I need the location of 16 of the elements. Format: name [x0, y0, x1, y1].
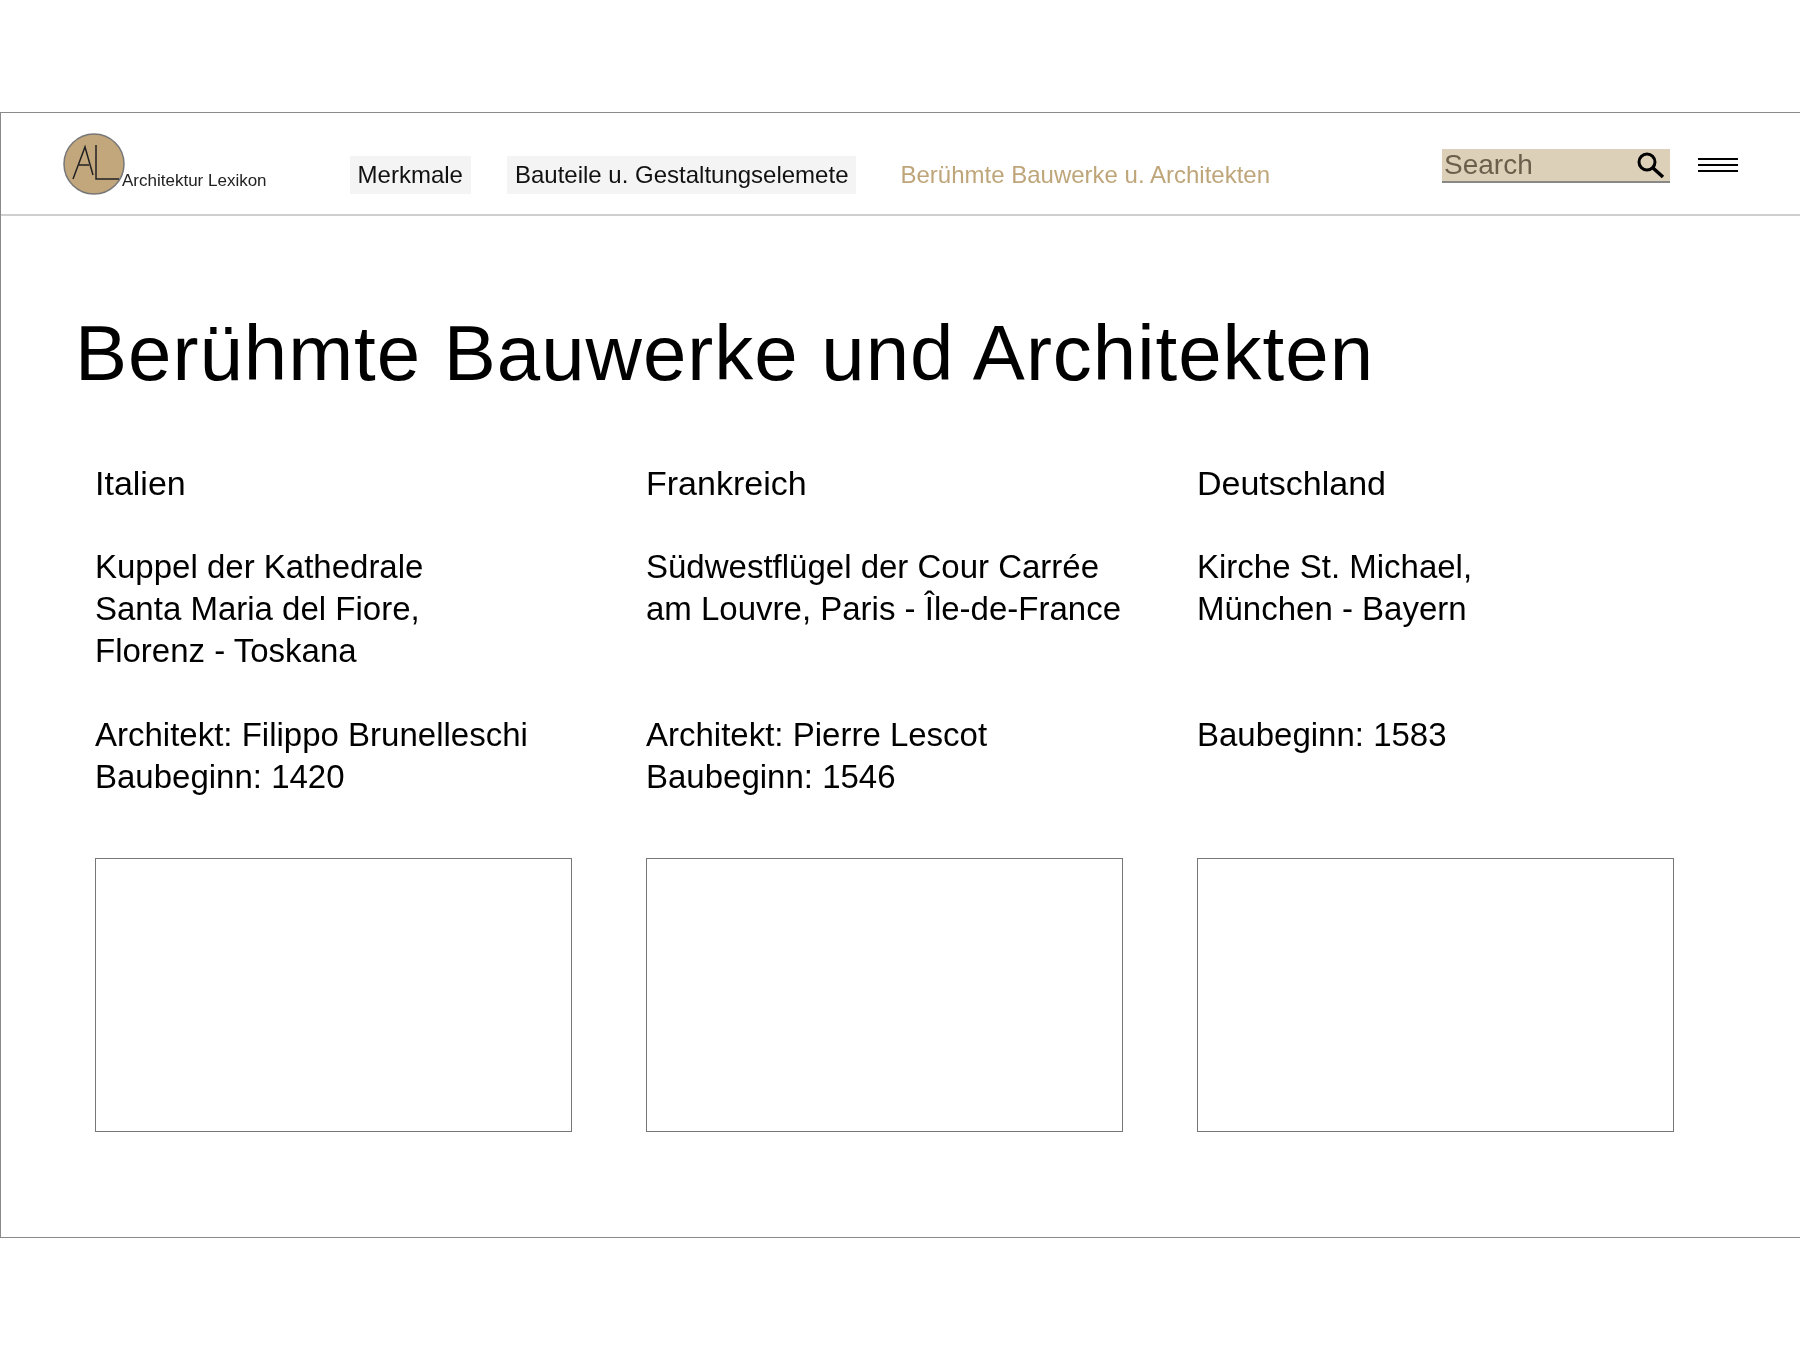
country-heading: Frankreich	[646, 463, 808, 504]
building-name: Kirche St. Michael, München - Bayern	[1197, 547, 1474, 629]
nav-link[interactable]: Merkmale	[349, 155, 471, 194]
page-title: Berühmte Bauwerke und Architekten	[75, 314, 1376, 392]
menu-icon[interactable]	[1698, 156, 1738, 173]
country-heading: Italien	[95, 463, 187, 504]
building-details: Architekt: Filippo Brunelleschi Baubeginn: 1420	[95, 715, 529, 797]
nav-link[interactable]: Bauteile u. Gestaltungselemete	[506, 155, 857, 194]
building-details: Baubeginn: 1583	[1197, 715, 1448, 755]
brand-name: Architektur Lexikon	[122, 170, 267, 192]
building-name: Kuppel der Kathedrale Santa Maria del Fiore, Florenz - Toskana	[95, 547, 425, 671]
search-icon[interactable]	[1636, 150, 1666, 179]
building-name: Südwestflügel der Cour Carrée am Louvre, Paris - Île-de-France	[646, 547, 1122, 629]
search-field[interactable]: Search	[1442, 148, 1670, 183]
country-heading: Deutschland	[1197, 463, 1387, 504]
building-details: Architekt: Pierre Lescot Baubeginn: 1546	[646, 715, 989, 797]
